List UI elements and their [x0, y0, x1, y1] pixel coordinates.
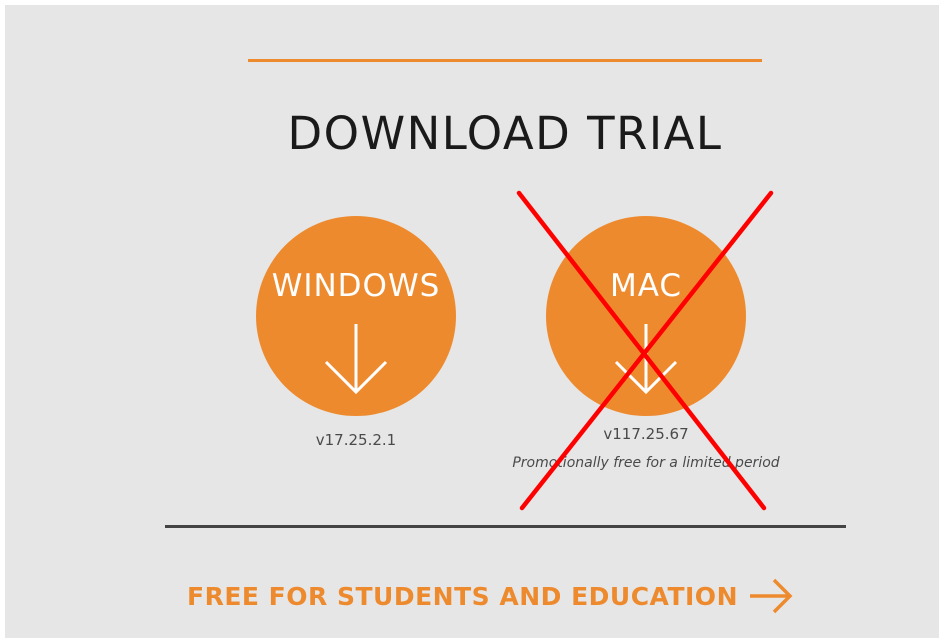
windows-download-button[interactable]: WINDOWS — [256, 216, 456, 416]
title-divider — [248, 59, 762, 62]
arrow-right-icon — [750, 578, 793, 614]
mac-download-button[interactable]: MAC — [546, 216, 746, 416]
page-margin-top — [0, 0, 945, 5]
mac-version: v117.25.67 — [603, 425, 689, 443]
arrow-down-icon — [324, 324, 388, 395]
page-margin-right — [939, 0, 945, 638]
windows-label: WINDOWS — [271, 268, 441, 304]
mac-label: MAC — [609, 268, 683, 304]
arrow-down-icon — [614, 324, 678, 395]
page-margin-left — [0, 0, 5, 638]
education-link[interactable]: FREE FOR STUDENTS AND EDUCATION — [187, 576, 794, 616]
education-link-label: FREE FOR STUDENTS AND EDUCATION — [187, 581, 738, 611]
section-divider — [165, 525, 846, 528]
page-title: DOWNLOAD TRIAL — [287, 107, 723, 160]
download-panel — [0, 0, 945, 638]
windows-version: v17.25.2.1 — [315, 431, 397, 449]
mac-promo-note: Promotionally free for a limited period — [512, 455, 780, 471]
